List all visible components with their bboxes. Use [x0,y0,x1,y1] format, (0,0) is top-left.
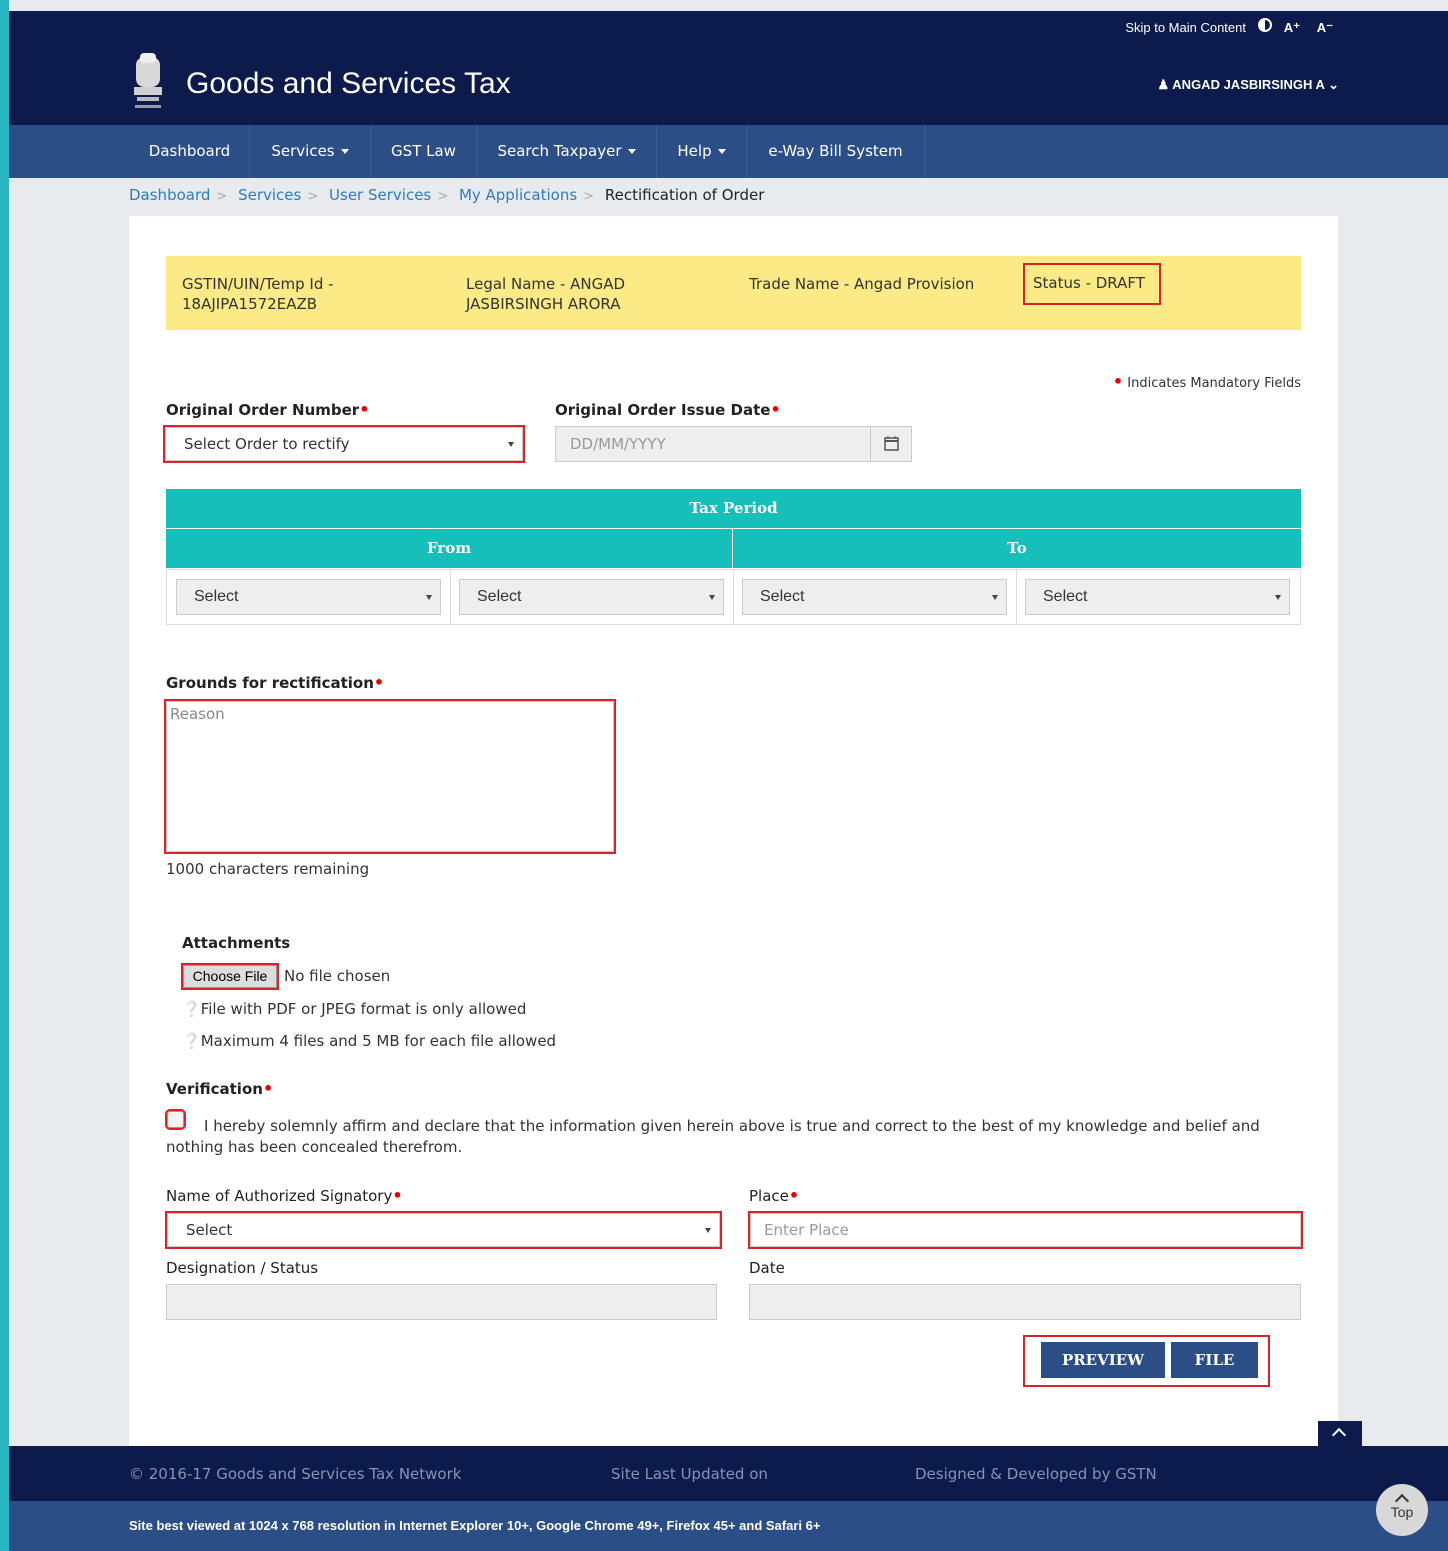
breadcrumb-user-services[interactable]: User Services [329,186,431,204]
verification-label: Verification• [166,1079,274,1098]
contrast-icon[interactable] [1258,18,1272,32]
signatory-select[interactable]: Select [165,1211,722,1249]
to-month-select[interactable]: Select [742,579,1007,615]
tax-period-row: Select Select Select Select [166,569,1301,625]
footer-bottom: Site best viewed at 1024 x 768 resolutio… [9,1501,1448,1551]
date-field [749,1284,1301,1320]
to-header: To [733,529,1301,568]
dropdown-arrow-icon [992,595,998,600]
order-number-label: Original Order Number• [166,400,370,419]
breadcrumb-separator: > [216,189,228,204]
scroll-up-tab[interactable] [1318,1421,1362,1446]
breadcrumb-dashboard[interactable]: Dashboard [129,186,210,204]
chars-remaining: 1000 characters remaining [166,860,370,878]
nav-search-taxpayer[interactable]: Search Taxpayer [477,125,657,178]
issue-date-label: Original Order Issue Date• [555,400,781,419]
footer-best-viewed: Site best viewed at 1024 x 768 resolutio… [129,1518,821,1533]
font-decrease-button[interactable]: A⁻ [1317,20,1333,36]
file-format-info: ❔File with PDF or JPEG format is only al… [182,1000,527,1018]
national-emblem-icon [134,53,162,108]
order-number-select[interactable]: Select Order to rectify [163,425,525,463]
file-size-info: ❔Maximum 4 files and 5 MB for each file … [182,1032,557,1050]
nav-help[interactable]: Help [657,125,747,178]
breadcrumb-current: Rectification of Order [604,186,765,204]
issue-date-field[interactable]: DD/MM/YYYY [555,426,871,462]
tax-period-header: Tax Period [166,489,1301,528]
user-icon: ♟ [1157,77,1170,92]
dropdown-arrow-icon [508,442,514,447]
declaration-line1: I hereby solemnly affirm and declare tha… [204,1117,1260,1135]
user-name: ANGAD JASBIRSINGH A [1172,77,1325,92]
caret-down-icon [340,149,349,154]
file-button[interactable]: FILE [1171,1342,1258,1378]
info-icon: ❔ [182,1032,201,1050]
dropdown-arrow-icon [1275,595,1281,600]
taxpayer-info-banner: GSTIN/UIN/Temp Id - 18AJIPA1572EAZB Lega… [166,256,1301,330]
signatory-label: Name of Authorized Signatory• [166,1186,403,1205]
breadcrumb-my-applications[interactable]: My Applications [459,186,577,204]
nav-services[interactable]: Services [250,125,371,178]
place-input[interactable]: Enter Place [748,1211,1303,1249]
chevron-down-icon: ⌄ [1328,77,1339,92]
to-year-select[interactable]: Select [1025,579,1290,615]
cell-divider [450,570,451,624]
gstin-info: GSTIN/UIN/Temp Id - 18AJIPA1572EAZB [182,275,334,313]
breadcrumb-separator: > [583,189,595,204]
breadcrumb-separator: > [437,189,449,204]
cell-divider [733,570,734,624]
designation-label: Designation / Status [166,1259,319,1277]
breadcrumb: Dashboard > Services > User Services > My A… [129,186,764,204]
caret-down-icon [627,149,636,154]
dropdown-arrow-icon [709,595,715,600]
from-header: From [166,529,732,568]
footer-designed: Designed & Developed by GSTN [915,1465,1157,1483]
mandatory-note: • Indicates Mandatory Fields [1112,372,1301,391]
no-file-text: No file chosen [284,967,391,985]
choose-file-button[interactable]: Choose File [181,963,279,990]
breadcrumb-services[interactable]: Services [238,186,301,204]
grounds-label: Grounds for rectification• [166,673,385,692]
attachments-label: Attachments [182,934,291,952]
footer-updated: Site Last Updated on [611,1465,768,1483]
back-to-top-button[interactable]: Top [1376,1484,1428,1536]
site-title[interactable]: Goods and Services Tax [186,67,511,101]
trade-name-info: Trade Name - Angad Provision [749,275,975,293]
footer-copyright: © 2016-17 Goods and Services Tax Network [129,1465,462,1483]
from-year-select[interactable]: Select [459,579,724,615]
font-increase-button[interactable]: A⁺ [1284,20,1300,36]
date-label: Date [749,1259,785,1277]
skip-to-main-link[interactable]: Skip to Main Content [1125,20,1246,35]
required-dot: • [1112,372,1124,391]
declaration-line2: nothing has been concealed therefrom. [166,1138,463,1156]
footer-main: © 2016-17 Goods and Services Tax Network… [9,1446,1448,1501]
main-nav: Dashboard Services GST Law Search Taxpay… [9,125,1448,178]
caret-down-icon [717,149,726,154]
user-menu[interactable]: ♟ ANGAD JASBIRSINGH A ⌄ [1158,77,1340,93]
status-badge: Status - DRAFT [1023,263,1161,305]
nav-eway-bill[interactable]: e-Way Bill System [747,125,925,178]
place-label: Place• [749,1186,800,1205]
grounds-textarea[interactable]: Reason [164,699,616,854]
cell-divider [1016,570,1017,624]
preview-button[interactable]: PREVIEW [1041,1342,1165,1378]
accessibility-bar: Skip to Main Content A⁺ A⁻ [9,11,1448,43]
declaration-checkbox[interactable] [165,1109,186,1130]
calendar-icon[interactable] [870,426,912,462]
breadcrumb-separator: > [307,189,319,204]
designation-field [166,1284,717,1320]
info-icon: ❔ [182,1000,201,1018]
site-header: Goods and Services Tax ♟ ANGAD JASBIRSIN… [9,43,1448,125]
dropdown-arrow-icon [705,1228,711,1233]
dropdown-arrow-icon [426,595,432,600]
legal-name-info: Legal Name - ANGAD JASBIRSINGH ARORA [466,275,626,313]
from-month-select[interactable]: Select [176,579,441,615]
nav-dashboard[interactable]: Dashboard [130,125,250,178]
nav-gst-law[interactable]: GST Law [371,125,477,178]
